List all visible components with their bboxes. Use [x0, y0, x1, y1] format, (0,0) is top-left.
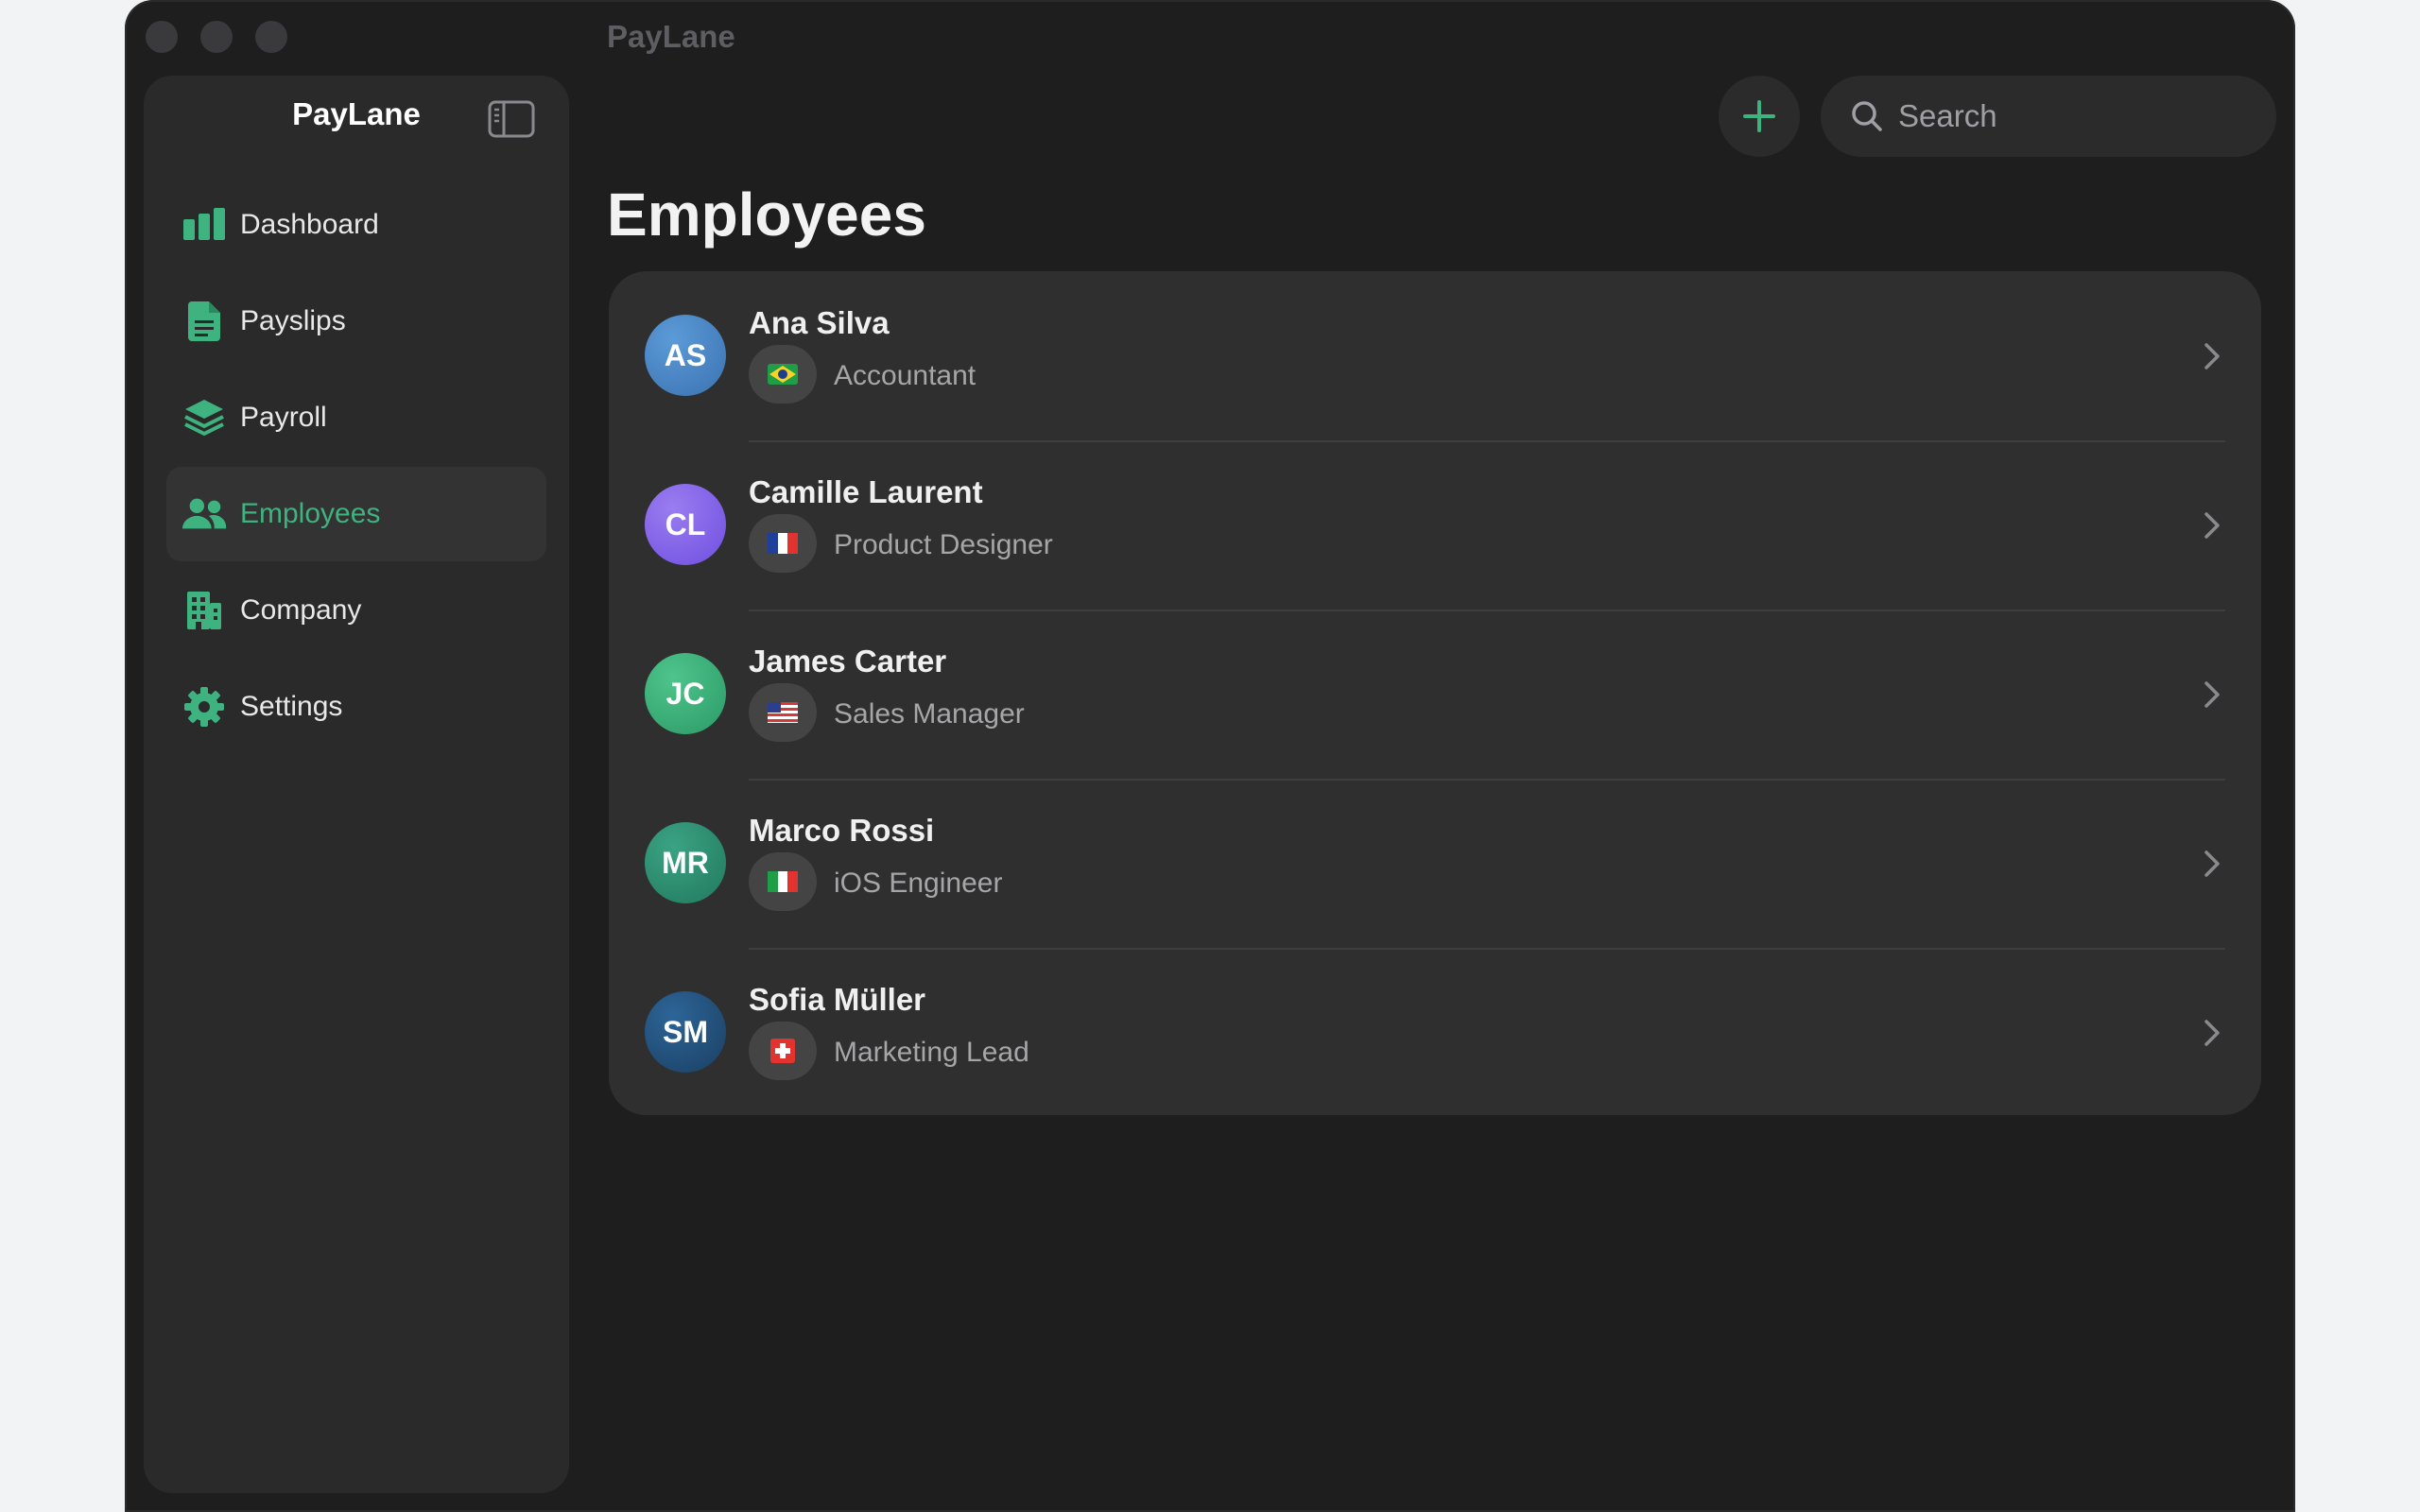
france-flag-icon [768, 533, 798, 554]
sidebar-nav: Dashboard Payslips Payroll Employees Com… [166, 178, 546, 756]
sidebar-item-payslips[interactable]: Payslips [166, 274, 546, 369]
sidebar-item-label: Settings [240, 691, 343, 722]
search-placeholder: Search [1898, 98, 1997, 133]
brazil-flag-icon [768, 364, 798, 385]
avatar: CL [645, 484, 726, 565]
plus-icon [1743, 100, 1775, 132]
employee-row[interactable]: SM Sofia Müller Marketing Lead [609, 948, 2261, 1115]
employee-list: AS Ana Silva Accountant CL Camille Laure… [609, 271, 2261, 1115]
employee-role: iOS Engineer [834, 868, 1003, 899]
sidebar-item-dashboard[interactable]: Dashboard [166, 178, 546, 272]
zoom-window-button[interactable] [255, 21, 287, 53]
sidebar-item-label: Employees [240, 498, 381, 529]
chevron-right-icon [2204, 850, 2220, 877]
sidebar-item-label: Payroll [240, 402, 327, 433]
employee-role: Accountant [834, 360, 977, 391]
window-title: PayLane [607, 19, 735, 54]
country-chip [749, 852, 817, 911]
app-window: PayLane PayLane Dashboard Payslips Payro… [125, 0, 2295, 1512]
layers-icon [182, 395, 227, 440]
bar-chart-icon [182, 202, 227, 248]
employee-role: Marketing Lead [834, 1037, 1029, 1068]
sidebar-item-company[interactable]: Company [166, 563, 546, 658]
gear-icon [182, 684, 227, 730]
employee-name: James Carter [749, 644, 947, 679]
employee-row[interactable]: CL Camille Laurent Product Designer [609, 440, 2261, 610]
sidebar-item-payroll[interactable]: Payroll [166, 370, 546, 465]
avatar: JC [645, 653, 726, 734]
employee-row[interactable]: AS Ana Silva Accountant [609, 271, 2261, 440]
employee-role: Product Designer [834, 529, 1053, 560]
sidebar: PayLane Dashboard Payslips Payroll Emplo… [144, 76, 569, 1493]
search-icon [1852, 101, 1882, 131]
add-employee-button[interactable] [1719, 76, 1800, 157]
avatar: MR [645, 822, 726, 903]
avatar: SM [645, 991, 726, 1073]
sidebar-item-label: Payslips [240, 305, 346, 336]
usa-flag-icon [768, 702, 798, 723]
close-window-button[interactable] [146, 21, 178, 53]
chevron-right-icon [2204, 512, 2220, 539]
building-icon [182, 588, 227, 633]
sidebar-item-label: Dashboard [240, 209, 379, 240]
chevron-right-icon [2204, 681, 2220, 708]
employee-row[interactable]: JC James Carter Sales Manager [609, 610, 2261, 779]
window-controls [146, 21, 287, 53]
search-input[interactable]: Search [1821, 76, 2276, 157]
chevron-right-icon [2204, 1020, 2220, 1046]
employee-row[interactable]: MR Marco Rossi iOS Engineer [609, 779, 2261, 948]
sidebar-toggle-icon[interactable] [488, 100, 535, 138]
country-chip [749, 345, 817, 404]
switzerland-flag-icon [770, 1039, 795, 1063]
employee-name: Sofia Müller [749, 982, 926, 1017]
employee-name: Camille Laurent [749, 474, 983, 509]
italy-flag-icon [768, 871, 798, 892]
minimize-window-button[interactable] [200, 21, 233, 53]
sidebar-item-employees[interactable]: Employees [166, 467, 546, 561]
country-chip [749, 514, 817, 573]
avatar: AS [645, 315, 726, 396]
sidebar-item-label: Company [240, 594, 362, 626]
document-icon [182, 299, 227, 344]
people-icon [182, 491, 227, 537]
employee-name: Ana Silva [749, 305, 890, 340]
country-chip [749, 1022, 817, 1080]
sidebar-item-settings[interactable]: Settings [166, 660, 546, 754]
chevron-right-icon [2204, 343, 2220, 369]
sidebar-header: PayLane [144, 76, 569, 161]
employee-role: Sales Manager [834, 698, 1025, 730]
page-title: Employees [607, 180, 926, 249]
employee-name: Marco Rossi [749, 813, 935, 848]
country-chip [749, 683, 817, 742]
